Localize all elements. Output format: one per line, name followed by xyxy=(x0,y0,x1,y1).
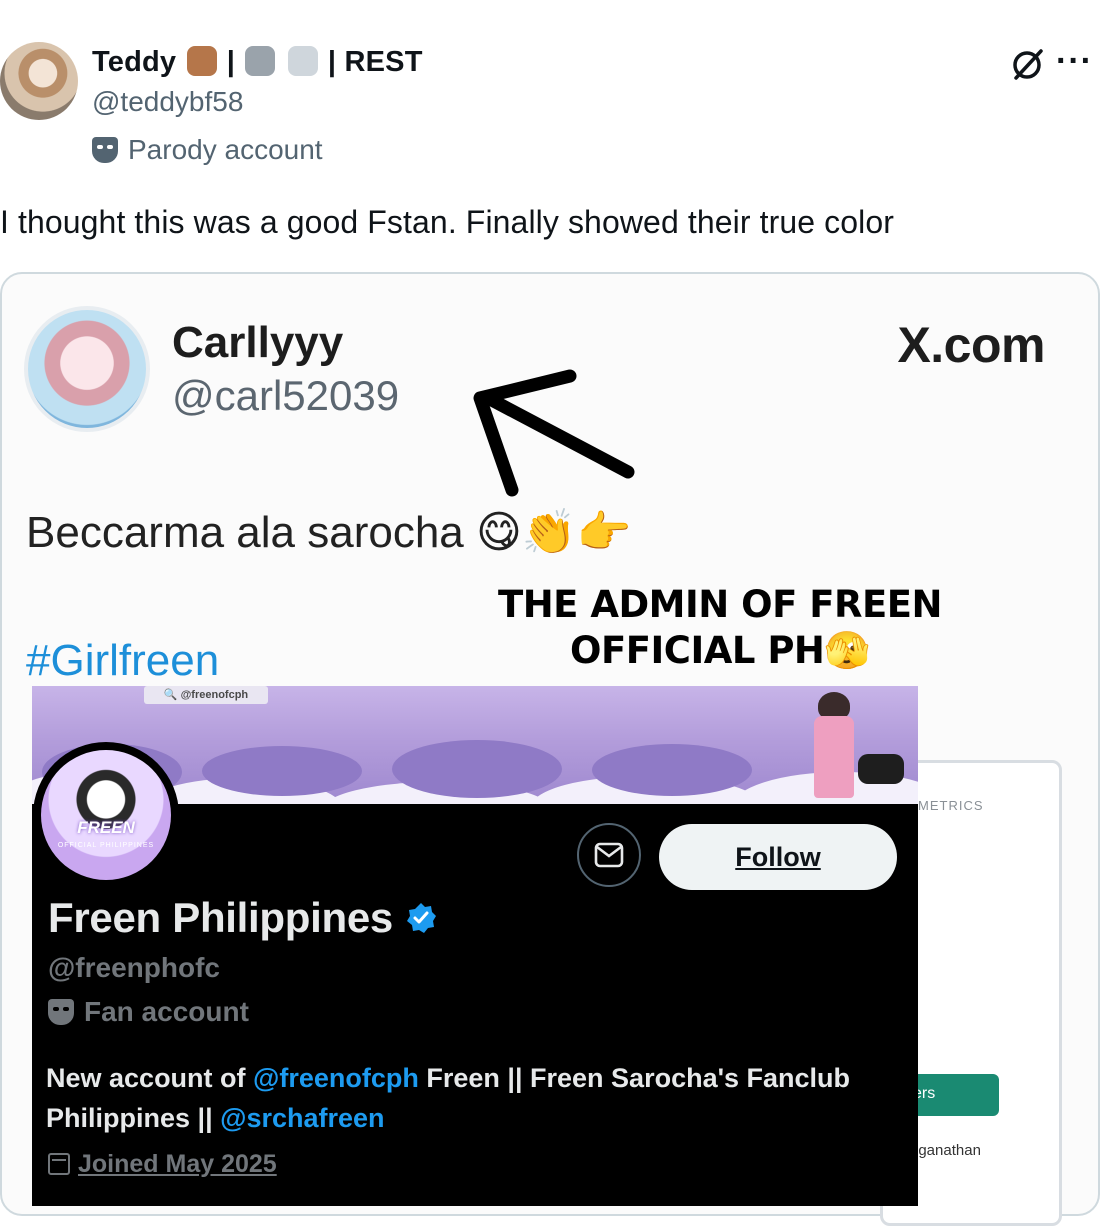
author-display-name[interactable]: Teddy | | REST xyxy=(92,46,423,79)
caption-line-2: OFFICIAL PH🫣 xyxy=(570,629,870,672)
message-button[interactable] xyxy=(577,823,641,887)
metrics-button: ers xyxy=(905,1074,999,1116)
parody-mask-icon xyxy=(92,137,118,163)
profile-bio: New account of @freenofcph Freen || Free… xyxy=(46,1063,851,1133)
profile-name: Freen Philippines xyxy=(48,894,437,942)
bio-link-srchafreen[interactable]: @srchafreen xyxy=(220,1103,384,1133)
message-icon xyxy=(594,842,624,868)
bio-link-freenofcph[interactable]: @freenofcph xyxy=(253,1063,419,1093)
annotation-caption: THE ADMIN OF FREEN OFFICIAL PH🫣 xyxy=(470,582,970,674)
quoted-hashtag: #Girlfreen xyxy=(26,636,220,685)
tornado-emoji-icon xyxy=(245,46,276,76)
author-avatar[interactable] xyxy=(0,42,78,120)
banner-illustration xyxy=(774,692,906,800)
banner-handle-tag: 🔍 @freenofcph xyxy=(144,686,268,704)
avatar-subtext: OFFICIAL PHILIPPINES xyxy=(57,842,155,849)
profile-handle: @freenphofc xyxy=(48,952,220,983)
quoted-author-name: Carllyyy xyxy=(172,318,344,367)
calendar-icon xyxy=(48,1153,70,1175)
bear-emoji-icon xyxy=(186,46,217,76)
joined-date: Joined May 2025 xyxy=(48,1150,277,1179)
quoted-author-handle: @carl52039 xyxy=(172,372,400,419)
skull-emoji-icon xyxy=(287,46,318,76)
more-icon[interactable]: ··· xyxy=(1056,44,1093,78)
quoted-text: Beccarma ala sarocha 😋👏👉 xyxy=(26,508,632,557)
fan-mask-icon xyxy=(48,999,74,1025)
author-handle[interactable]: @teddybf58 xyxy=(92,86,243,118)
verified-badge-icon xyxy=(406,903,436,933)
post-text: I thought this was a good Fstan. Finally… xyxy=(0,204,894,240)
arrow-annotation xyxy=(473,369,635,497)
metrics-label: METRICS xyxy=(918,798,984,813)
caption-line-1: THE ADMIN OF FREEN xyxy=(497,583,943,626)
avatar-text: FREEN xyxy=(77,818,135,837)
fan-account-label: Fan account xyxy=(48,996,249,1028)
follow-button[interactable]: Follow xyxy=(659,824,897,890)
profile-avatar[interactable]: FREEN OFFICIAL PHILIPPINES xyxy=(33,742,179,888)
metrics-name-fragment: nganathan xyxy=(910,1142,981,1159)
xcom-watermark: X.com xyxy=(897,317,1045,373)
quoted-author-avatar xyxy=(24,306,150,432)
parody-account-label: Parody account xyxy=(92,134,323,166)
grok-icon[interactable] xyxy=(1010,46,1046,82)
